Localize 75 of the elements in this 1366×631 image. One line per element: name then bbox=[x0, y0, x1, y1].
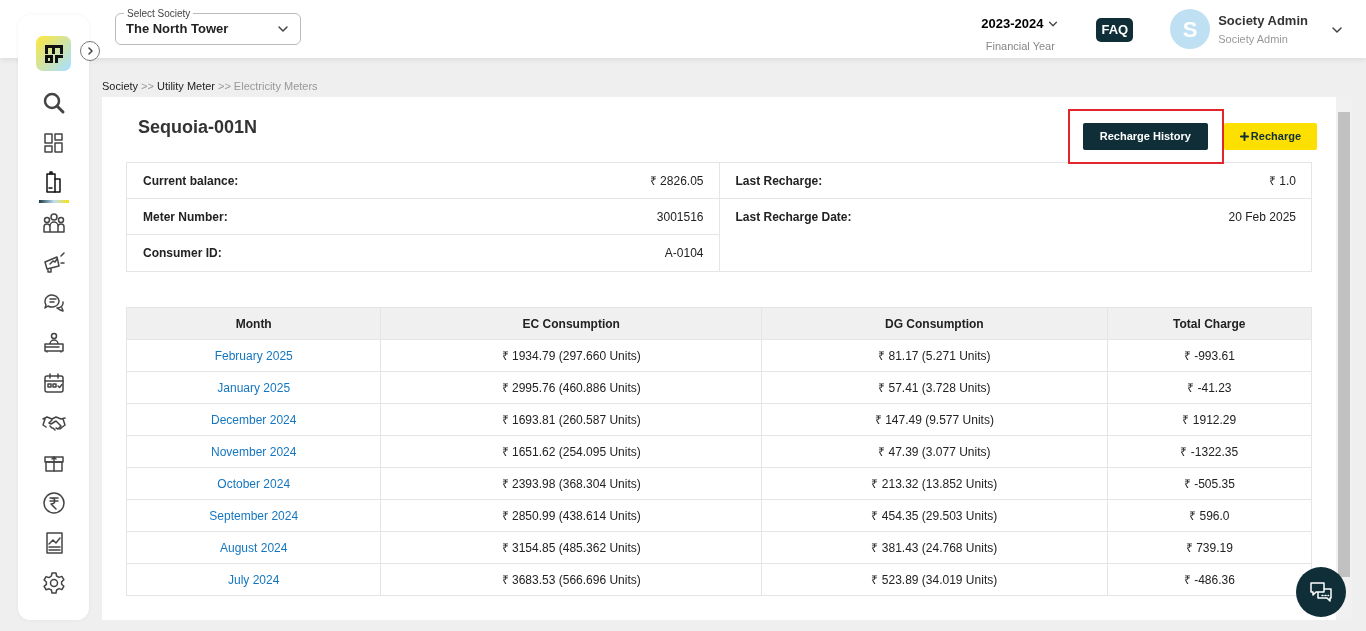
table-cell: ₹ 2995.76 (460.886 Units) bbox=[380, 371, 762, 404]
month-link[interactable]: October 2024 bbox=[217, 476, 291, 491]
select-label: Select Society bbox=[124, 6, 194, 21]
detail-value: 3001516 bbox=[656, 208, 704, 226]
select-value: The North Tower bbox=[126, 20, 230, 39]
calendar-icon bbox=[41, 371, 66, 395]
column-header: Total Charge bbox=[1107, 307, 1312, 340]
column-header: Month bbox=[126, 307, 381, 340]
user-name: Society Admin bbox=[1218, 12, 1308, 30]
detail-label: Last Recharge Date: bbox=[735, 209, 852, 226]
table-cell: ₹ -1322.35 bbox=[1107, 435, 1312, 468]
table-cell: ₹ 147.49 (9.577 Units) bbox=[761, 403, 1108, 436]
column-header: DG Consumption bbox=[761, 307, 1108, 340]
detail-value: 20 Feb 2025 bbox=[1228, 209, 1296, 226]
table-cell: ₹ -993.61 bbox=[1107, 339, 1312, 372]
user-avatar: S bbox=[1170, 9, 1211, 49]
user-role: Society Admin bbox=[1218, 31, 1289, 47]
recharge-button[interactable]: Recharge bbox=[1223, 123, 1317, 150]
plus-icon bbox=[1239, 132, 1249, 141]
month-link[interactable]: July 2024 bbox=[228, 572, 280, 587]
table-cell: ₹ -41.23 bbox=[1107, 371, 1312, 404]
table-cell: ₹ 381.43 (24.768 Units) bbox=[761, 531, 1108, 564]
table-cell: ₹ 2393.98 (368.304 Units) bbox=[380, 467, 762, 500]
column-header: EC Consumption bbox=[380, 307, 762, 340]
table-cell: ₹ 1912.29 bbox=[1107, 403, 1312, 436]
recharge-history-button[interactable]: Recharge History bbox=[1082, 123, 1208, 150]
breadcrumb-separator: >> bbox=[141, 78, 154, 94]
faq-button[interactable]: FAQ bbox=[1096, 18, 1134, 42]
detail-label: Last Recharge: bbox=[735, 172, 823, 190]
month-link[interactable]: February 2025 bbox=[214, 348, 293, 363]
month-link[interactable]: August 2024 bbox=[220, 540, 288, 555]
table-cell: ₹ 1693.81 (260.587 Units) bbox=[380, 403, 762, 436]
year-label: Financial Year bbox=[985, 38, 1055, 54]
grid-icon bbox=[41, 131, 66, 155]
table-cell: ₹ 2850.99 (438.614 Units) bbox=[380, 499, 762, 532]
table-cell: ₹ 1651.62 (254.095 Units) bbox=[380, 435, 762, 468]
detail-value: ₹ 2826.05 bbox=[649, 172, 704, 190]
table-cell: ₹ 57.41 (3.728 Units) bbox=[761, 371, 1108, 404]
table-cell: ₹ 523.89 (34.019 Units) bbox=[761, 563, 1108, 596]
detail-value: A-0104 bbox=[664, 245, 704, 262]
rupee-icon bbox=[41, 491, 66, 515]
month-link[interactable]: November 2024 bbox=[211, 444, 297, 459]
detail-label: Meter Number: bbox=[143, 208, 228, 226]
app-logo bbox=[36, 36, 71, 71]
table-cell: ₹ 3683.53 (566.696 Units) bbox=[380, 563, 762, 596]
chat-icon bbox=[41, 291, 66, 315]
table-cell: ₹ 213.32 (13.852 Units) bbox=[761, 467, 1108, 500]
detail-label: Current balance: bbox=[143, 172, 239, 190]
breadcrumb-current: Electricity Meters bbox=[233, 78, 318, 94]
search-icon bbox=[41, 91, 66, 115]
table-cell: ₹ -505.35 bbox=[1107, 467, 1312, 500]
scrollbar-thumb[interactable] bbox=[1338, 112, 1350, 577]
chat-icon bbox=[1308, 579, 1334, 605]
table-cell: ₹ 1934.79 (297.660 Units) bbox=[380, 339, 762, 372]
table-cell: ₹ 81.17 (5.271 Units) bbox=[761, 339, 1108, 372]
people-icon bbox=[41, 211, 66, 235]
month-link[interactable]: January 2025 bbox=[217, 380, 291, 395]
table-cell: ₹ 3154.85 (485.362 Units) bbox=[380, 531, 762, 564]
month-link[interactable]: December 2024 bbox=[211, 412, 297, 427]
table-cell: ₹ 596.0 bbox=[1107, 499, 1312, 532]
settings-icon bbox=[41, 571, 66, 595]
breadcrumb-link[interactable]: Utility Meter bbox=[156, 77, 215, 95]
breadcrumb-separator: >> bbox=[218, 78, 231, 94]
year-dropdown[interactable]: 2023-2024 bbox=[981, 14, 1060, 34]
detail-value: ₹ 1.0 bbox=[1269, 172, 1296, 190]
table-cell: ₹ 739.19 bbox=[1107, 531, 1312, 564]
breadcrumb-link[interactable]: Society bbox=[102, 77, 139, 95]
chevron-right-icon bbox=[85, 46, 95, 56]
table-cell: ₹ 47.39 (3.077 Units) bbox=[761, 435, 1108, 468]
desk-icon bbox=[41, 331, 66, 355]
detail-label: Consumer ID: bbox=[143, 245, 222, 262]
meter-title: Sequoia-001N bbox=[138, 116, 258, 139]
megaphone-icon bbox=[41, 251, 66, 275]
table-cell: ₹ 454.35 (29.503 Units) bbox=[761, 499, 1108, 532]
month-link[interactable]: September 2024 bbox=[209, 508, 299, 523]
